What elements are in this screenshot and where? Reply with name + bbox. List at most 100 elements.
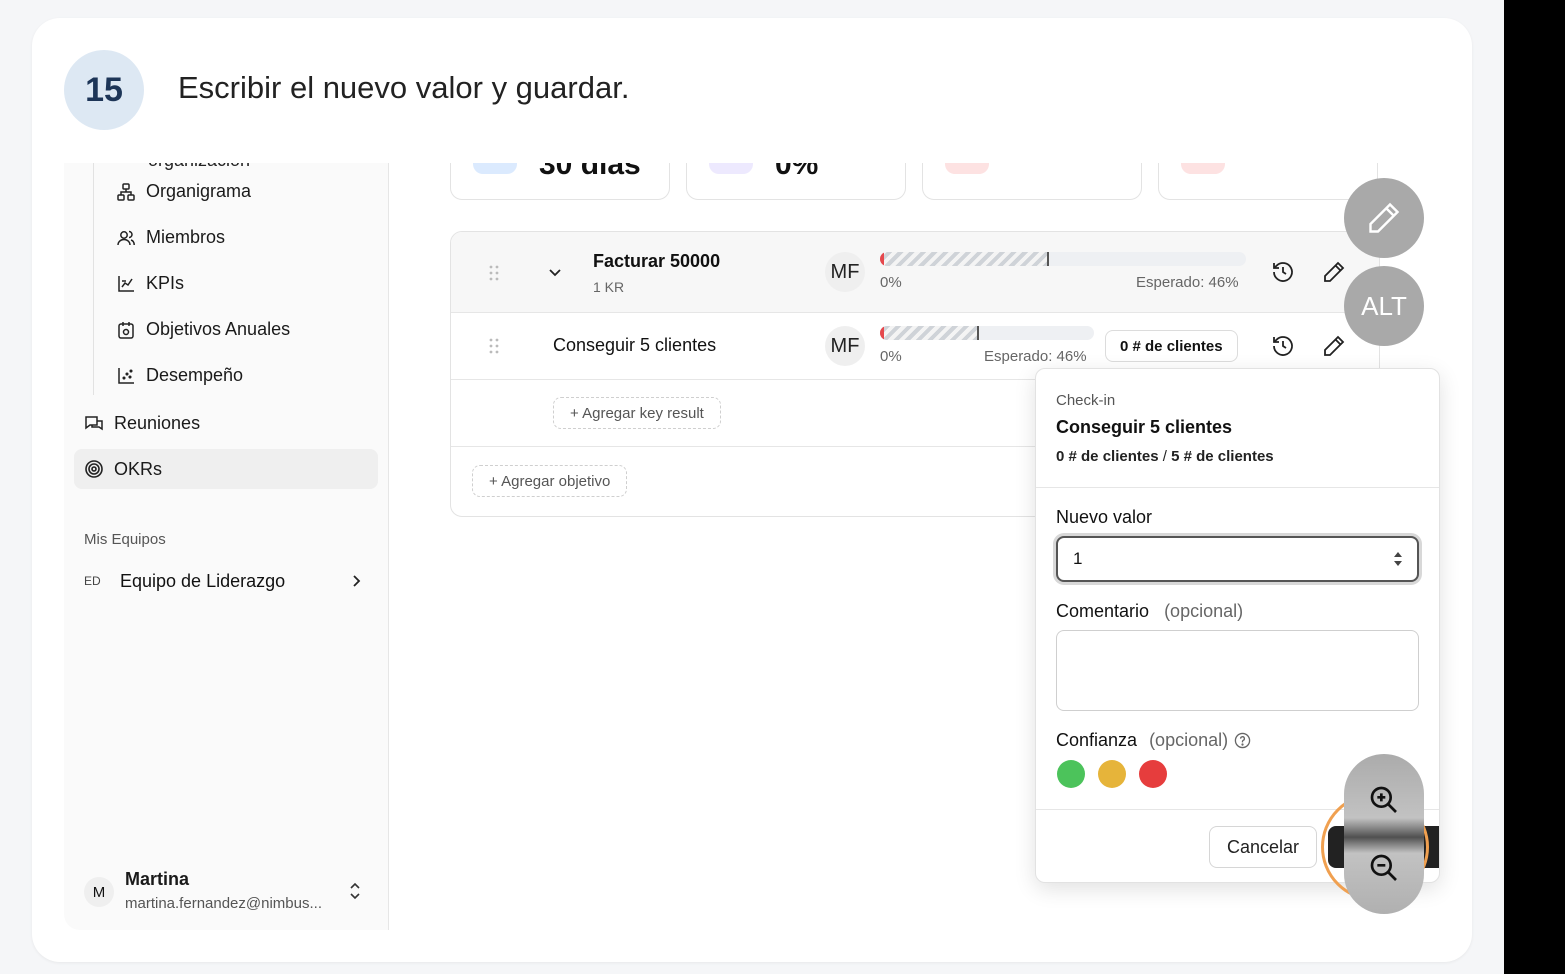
- new-value-input[interactable]: 1: [1056, 536, 1419, 582]
- comment-textarea[interactable]: [1056, 630, 1419, 711]
- key-result-title: Conseguir 5 clientes: [553, 335, 717, 355]
- team-label: Equipo de Liderazgo: [120, 570, 286, 591]
- sidebar-item-okrs[interactable]: OKRs: [74, 449, 378, 489]
- sidebar-item-cut: organización: [148, 163, 250, 171]
- chevron-down-icon[interactable]: [548, 266, 562, 280]
- progress-expected-marker: [1047, 252, 1049, 266]
- sidebar-item-miembros[interactable]: Miembros: [116, 227, 225, 248]
- sidebar-item-label: OKRs: [114, 458, 163, 479]
- chevron-right-icon: [353, 575, 361, 587]
- step-number-badge: 15: [64, 50, 144, 130]
- avatar: M: [84, 877, 114, 907]
- team-badge: ED: [84, 574, 101, 588]
- checkin-separator: /: [1162, 448, 1167, 465]
- new-value-text: 1: [1073, 549, 1083, 568]
- key-result-metric-badge[interactable]: 0 # de clientes: [1105, 330, 1238, 362]
- add-key-result-button[interactable]: + Agregar key result: [553, 397, 721, 429]
- zoom-in-icon[interactable]: [1368, 784, 1400, 816]
- comment-label: Comentario: [1056, 601, 1150, 621]
- stat-icon-pill: [709, 163, 753, 174]
- users-icon: [117, 230, 135, 245]
- confidence-high-option[interactable]: [1057, 760, 1085, 788]
- sidebar-item-reuniones[interactable]: Reuniones: [84, 413, 200, 434]
- comment-optional: (opcional): [1164, 601, 1244, 621]
- add-objective-button[interactable]: + Agregar objetivo: [472, 465, 628, 497]
- sidebar-item-kpis[interactable]: KPIs: [116, 273, 184, 294]
- sidebar-item-desempeno[interactable]: Desempeño: [116, 365, 243, 386]
- pencil-icon[interactable]: [1322, 260, 1346, 284]
- pencil-icon: [1369, 202, 1400, 233]
- confidence-label-row: Confianza (opcional): [1056, 730, 1251, 751]
- sidebar-tree-line: [93, 163, 94, 395]
- zoom-out-icon[interactable]: [1368, 852, 1400, 884]
- progress-expected-marker: [977, 326, 979, 340]
- target-icon: [85, 460, 103, 478]
- chat-bubbles-icon: [85, 415, 103, 430]
- cancel-button[interactable]: Cancelar: [1209, 826, 1317, 868]
- sidebar-item-label: Miembros: [146, 227, 226, 247]
- org-chart-icon: [117, 182, 135, 201]
- comment-label-row: Comentario (opcional): [1056, 601, 1243, 622]
- calendar-target-icon: [118, 321, 134, 339]
- alt-text-button[interactable]: ALT: [1344, 266, 1424, 346]
- key-result-progress-label: 0%: [880, 348, 902, 365]
- annotate-button[interactable]: [1344, 178, 1424, 258]
- step-instruction: Escribir el nuevo valor y guardar.: [178, 70, 630, 105]
- right-edge-strip: [1504, 0, 1565, 974]
- progress-expected-fill: [880, 326, 978, 340]
- stat-value: 30 días: [539, 163, 641, 181]
- user-name: Martina: [125, 869, 190, 889]
- confidence-optional: (opcional): [1149, 730, 1229, 750]
- checkin-kicker: Check-in: [1056, 392, 1116, 409]
- objective-progress-bar: [880, 252, 1246, 266]
- history-icon[interactable]: [1271, 260, 1295, 284]
- help-circle-icon[interactable]: [1234, 732, 1251, 749]
- progress-expected-fill: [880, 252, 1048, 266]
- objective-kr-count: 1 KR: [593, 279, 625, 295]
- checkin-current: 0 # de clientes: [1056, 448, 1159, 465]
- checkin-target: 5 # de clientes: [1171, 448, 1274, 465]
- stat-value: 0%: [775, 163, 819, 181]
- checkin-progress: 0 # de clientes / 5 # de clientes: [1056, 448, 1274, 465]
- objective-title: Facturar 50000: [593, 251, 721, 271]
- key-result-progress-bar: [880, 326, 1094, 340]
- zoom-controls: [1344, 754, 1424, 914]
- number-stepper-icon[interactable]: [1393, 550, 1403, 568]
- sidebar-section-title: Mis Equipos: [84, 531, 166, 548]
- sidebar-team-item[interactable]: ED Equipo de Liderazgo: [84, 568, 364, 594]
- user-menu[interactable]: M Martina martina.fernandez@nimbus...: [84, 867, 374, 913]
- stat-icon-pill: [473, 163, 517, 174]
- key-result-expected-label: Esperado: 46%: [984, 348, 1087, 365]
- chevron-up-down-icon: [350, 882, 360, 900]
- pencil-icon[interactable]: [1322, 334, 1346, 358]
- stat-card: 30 días: [450, 163, 670, 200]
- avatar: MF: [825, 326, 865, 366]
- progress-actual-fill: [880, 326, 884, 340]
- sidebar-item-label: Objetivos Anuales: [146, 319, 291, 339]
- checkin-title: Conseguir 5 clientes: [1056, 417, 1233, 437]
- history-icon[interactable]: [1271, 334, 1295, 358]
- chart-line-icon: [118, 275, 134, 292]
- new-value-label: Nuevo valor: [1056, 507, 1153, 527]
- divider: [1036, 487, 1439, 488]
- scatter-chart-icon: [118, 367, 134, 384]
- sidebar-item-label: KPIs: [146, 273, 185, 293]
- stat-icon-pill: [945, 163, 989, 174]
- sidebar-item-objetivos-anuales[interactable]: Objetivos Anuales: [116, 319, 290, 340]
- objective-progress-label: 0%: [880, 274, 902, 291]
- stat-card: [922, 163, 1142, 200]
- confidence-label: Confianza: [1056, 730, 1138, 750]
- user-email: martina.fernandez@nimbus...: [125, 895, 322, 912]
- confidence-medium-option[interactable]: [1098, 760, 1126, 788]
- confidence-low-option[interactable]: [1139, 760, 1167, 788]
- avatar: MF: [825, 252, 865, 292]
- objective-row[interactable]: Facturar 50000 1 KR MF 0% Esperado: 46%: [451, 232, 1379, 313]
- sidebar-item-label: Organigrama: [146, 181, 252, 201]
- objective-expected-label: Esperado: 46%: [1136, 274, 1239, 291]
- drag-handle-icon[interactable]: [489, 337, 499, 355]
- stat-icon-pill: [1181, 163, 1225, 174]
- stat-card: [1158, 163, 1378, 200]
- progress-actual-fill: [880, 252, 884, 266]
- sidebar-item-organigrama[interactable]: Organigrama: [116, 181, 251, 202]
- drag-handle-icon[interactable]: [489, 264, 499, 282]
